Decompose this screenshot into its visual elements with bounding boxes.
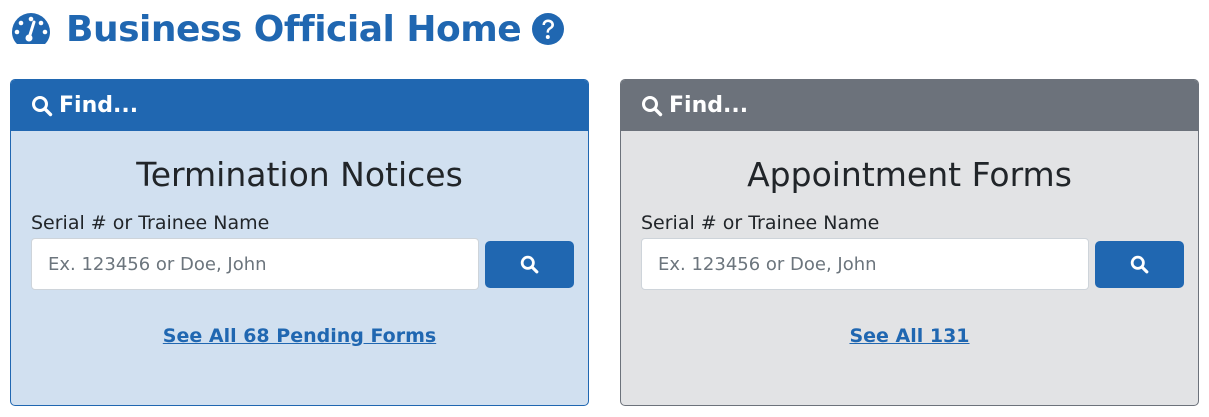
termination-notices-panel: Find... Termination Notices Serial # or … <box>10 79 589 406</box>
panel-header-label: Find... <box>59 93 139 118</box>
appointment-forms-panel: Find... Appointment Forms Serial # or Tr… <box>620 79 1199 406</box>
panel-title: Termination Notices <box>136 155 463 194</box>
dashboard-icon <box>10 11 52 47</box>
search-row <box>641 238 1198 290</box>
search-field-label: Serial # or Trainee Name <box>641 212 880 234</box>
appointment-search-button[interactable] <box>1095 240 1184 288</box>
page-title: Business Official Home <box>66 8 522 50</box>
panel-header: Find... <box>621 80 1198 131</box>
search-icon <box>641 95 663 117</box>
panel-title: Appointment Forms <box>747 155 1072 194</box>
search-icon <box>31 95 53 117</box>
panel-header: Find... <box>11 80 588 131</box>
search-icon <box>1130 255 1149 274</box>
termination-search-input[interactable] <box>31 238 479 290</box>
search-row <box>31 238 588 290</box>
see-all-pending-forms-link[interactable]: See All 68 Pending Forms <box>11 325 588 347</box>
page-header: Business Official Home <box>10 6 565 52</box>
help-icon[interactable] <box>531 12 565 46</box>
panel-header-label: Find... <box>669 93 749 118</box>
appointment-search-input[interactable] <box>641 238 1089 290</box>
search-field-label: Serial # or Trainee Name <box>31 212 270 234</box>
see-all-appointment-forms-link[interactable]: See All 131 <box>621 325 1198 347</box>
search-icon <box>520 255 539 274</box>
termination-search-button[interactable] <box>485 240 574 288</box>
